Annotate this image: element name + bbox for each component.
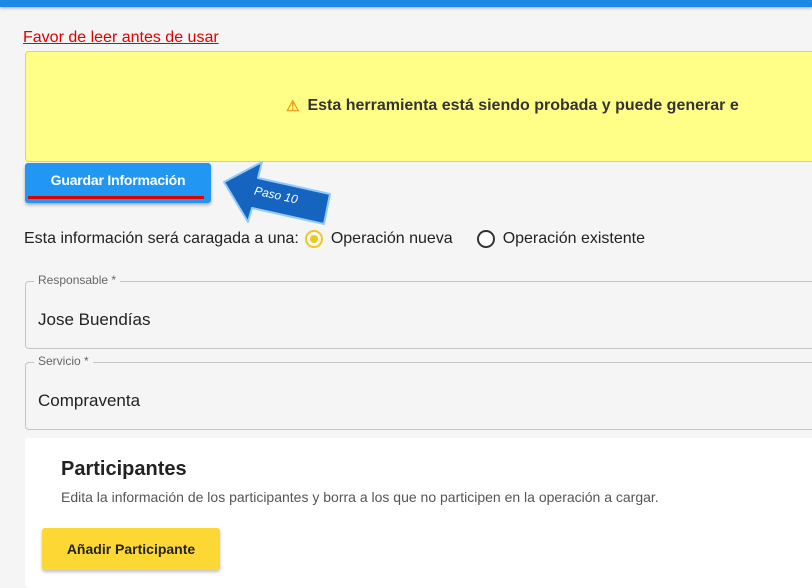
top-app-bar	[0, 0, 812, 7]
radio-unchecked-icon[interactable]	[476, 230, 495, 248]
warning-text: Esta herramienta está siendo probada y p…	[307, 97, 739, 114]
field-value[interactable]: Jose Buendías	[38, 310, 150, 330]
participants-card: Participantes Edita la información de lo…	[25, 438, 812, 588]
servicio-field[interactable]: Servicio * Compraventa	[25, 354, 812, 430]
radio-existing-operation[interactable]: Operación existente	[476, 230, 645, 248]
warning-icon: ⚠	[286, 98, 300, 115]
highlight-underline	[28, 196, 204, 199]
participants-title: Participantes	[61, 458, 187, 480]
read-before-use-link[interactable]: Favor de leer antes de usar	[23, 29, 219, 47]
participants-description: Edita la información de los participante…	[61, 489, 659, 505]
field-label: Responsable *	[34, 273, 121, 287]
radio-new-operation[interactable]: Operación nueva	[304, 230, 453, 248]
operation-selector: Esta información será caragada a una: Op…	[24, 230, 645, 248]
warning-message: ⚠ Esta herramienta está siendo probada y…	[286, 97, 739, 115]
radio-checked-icon[interactable]	[304, 230, 323, 248]
field-label: Servicio *	[34, 354, 93, 368]
add-participant-button[interactable]: Añadir Participante	[42, 528, 220, 570]
operation-prompt: Esta información será caragada a una:	[24, 230, 299, 247]
warning-banner: ⚠ Esta herramienta está siendo probada y…	[25, 51, 812, 162]
responsable-field[interactable]: Responsable * Jose Buendías	[25, 273, 812, 349]
radio-label: Operación existente	[502, 230, 645, 247]
radio-label: Operación nueva	[330, 230, 453, 247]
field-value[interactable]: Compraventa	[38, 391, 140, 411]
